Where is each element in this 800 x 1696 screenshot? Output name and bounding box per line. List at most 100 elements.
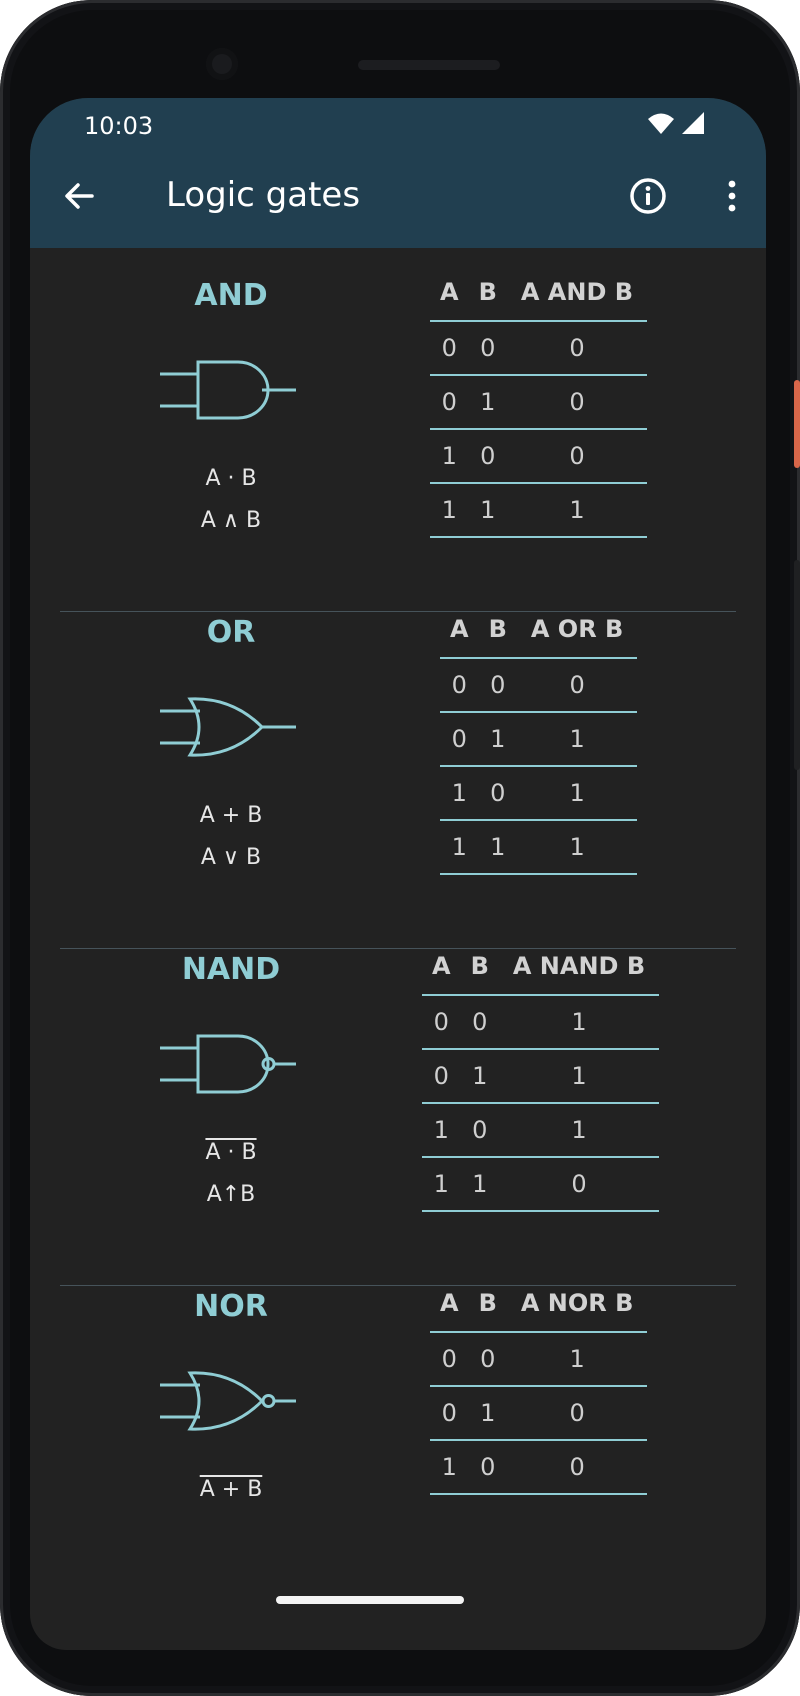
table-cell: 0 — [498, 1157, 660, 1212]
table-cell: 1 — [498, 1049, 660, 1104]
table-row: 001 — [422, 995, 660, 1050]
truth-table-header: A B A NAND B — [422, 938, 660, 996]
table-row: 010 — [430, 1386, 648, 1441]
page-title: Logic gates — [166, 175, 361, 215]
table-row: 100 — [430, 1440, 648, 1495]
table-cell: 1 — [430, 483, 469, 538]
home-indicator[interactable] — [276, 1596, 464, 1604]
table-cell: 0 — [468, 321, 507, 376]
truth-table: A B A OR B 000 011 101 111 — [440, 601, 638, 875]
column-header: B — [468, 1275, 507, 1333]
table-cell: 0 — [468, 1440, 507, 1495]
table-cell: 1 — [506, 1332, 648, 1387]
table-row: 010 — [430, 375, 648, 430]
table-cell: 1 — [440, 766, 479, 821]
column-header: B — [478, 601, 517, 659]
more-options-button[interactable] — [720, 174, 744, 218]
table-cell: 1 — [506, 483, 648, 538]
gate-name: OR — [206, 615, 256, 650]
column-header: A NAND B — [498, 938, 660, 996]
table-row: 110 — [422, 1157, 660, 1212]
gate-card-nor: NOR A + B A B A NOR B 001 010 100 — [30, 1259, 766, 1623]
table-cell: 1 — [498, 1103, 660, 1158]
table-cell: 1 — [460, 1157, 499, 1212]
table-cell: 1 — [468, 1386, 507, 1441]
table-row: 001 — [430, 1332, 648, 1387]
truth-table: A B A NAND B 001 011 101 110 — [422, 938, 660, 1212]
table-cell: 0 — [516, 658, 638, 713]
logic-expression: A ∨ B — [200, 845, 262, 870]
table-cell: 1 — [460, 1049, 499, 1104]
truth-table: A B A AND B 000 010 100 111 — [430, 264, 648, 538]
table-cell: 0 — [460, 1103, 499, 1158]
table-cell: 1 — [430, 1440, 469, 1495]
screen: 10:03 Logic gates AND A · B A ∧ B A B A … — [30, 98, 766, 1650]
table-cell: 0 — [440, 658, 479, 713]
table-cell: 0 — [506, 1386, 648, 1441]
table-cell: 0 — [478, 766, 517, 821]
table-row: 101 — [422, 1103, 660, 1158]
gate-name: AND — [194, 278, 268, 313]
nor-gate-symbol-icon — [160, 1371, 296, 1431]
gate-card-nand: NAND A · B A↑B A B A NAND B 001 011 101 — [30, 922, 766, 1286]
table-cell: 1 — [422, 1157, 461, 1212]
table-cell: 0 — [422, 1049, 461, 1104]
column-header: A — [430, 1275, 469, 1333]
or-gate-symbol-icon — [160, 697, 296, 757]
table-cell: 0 — [506, 1440, 648, 1495]
gate-card-or: OR A + B A ∨ B A B A OR B 000 011 101 1 … — [30, 585, 766, 949]
app-bar: 10:03 Logic gates — [30, 98, 766, 248]
table-cell: 1 — [468, 483, 507, 538]
gate-list[interactable]: AND A · B A ∧ B A B A AND B 000 010 100 … — [30, 248, 766, 1650]
column-header: B — [460, 938, 499, 996]
table-cell: 0 — [468, 429, 507, 484]
power-button — [794, 380, 800, 468]
boolean-expression: A + B — [199, 803, 263, 828]
table-cell: 0 — [506, 321, 648, 376]
table-cell: 1 — [440, 820, 479, 875]
column-header: A OR B — [516, 601, 638, 659]
table-row: 000 — [440, 658, 638, 713]
column-header: A — [440, 601, 479, 659]
front-camera — [206, 48, 238, 80]
table-cell: 1 — [498, 995, 660, 1050]
column-header: A AND B — [506, 264, 648, 322]
table-cell: 0 — [430, 1332, 469, 1387]
table-cell: 1 — [478, 820, 517, 875]
table-cell: 0 — [422, 995, 461, 1050]
column-header: A NOR B — [506, 1275, 648, 1333]
earpiece-speaker — [358, 60, 500, 70]
arrow-back-icon — [65, 183, 94, 209]
table-cell: 0 — [468, 1332, 507, 1387]
table-cell: 0 — [478, 658, 517, 713]
table-row: 100 — [430, 429, 648, 484]
table-cell: 1 — [468, 375, 507, 430]
logic-expression: A↑B — [206, 1182, 256, 1207]
table-cell: 0 — [430, 321, 469, 376]
boolean-expression: A · B — [205, 1140, 257, 1165]
gate-card-and: AND A · B A ∧ B A B A AND B 000 010 100 … — [30, 248, 766, 612]
table-cell: 1 — [516, 712, 638, 767]
info-icon — [630, 178, 666, 214]
table-cell: 0 — [460, 995, 499, 1050]
table-row: 101 — [440, 766, 638, 821]
gate-name: NAND — [181, 952, 281, 987]
table-cell: 0 — [440, 712, 479, 767]
nand-gate-symbol-icon — [160, 1034, 296, 1094]
info-button[interactable] — [626, 174, 670, 218]
back-button[interactable] — [58, 174, 102, 218]
table-cell: 1 — [430, 429, 469, 484]
table-cell: 0 — [430, 375, 469, 430]
truth-table-header: A B A AND B — [430, 264, 648, 322]
table-row: 011 — [422, 1049, 660, 1104]
table-cell: 1 — [516, 820, 638, 875]
column-header: B — [468, 264, 507, 322]
table-cell: 1 — [422, 1103, 461, 1158]
table-row: 000 — [430, 321, 648, 376]
truth-table: A B A NOR B 001 010 100 — [430, 1275, 648, 1495]
truth-table-header: A B A OR B — [440, 601, 638, 659]
more-vert-icon — [728, 180, 736, 212]
table-row: 111 — [430, 483, 648, 538]
table-cell: 0 — [430, 1386, 469, 1441]
column-header: A — [422, 938, 461, 996]
